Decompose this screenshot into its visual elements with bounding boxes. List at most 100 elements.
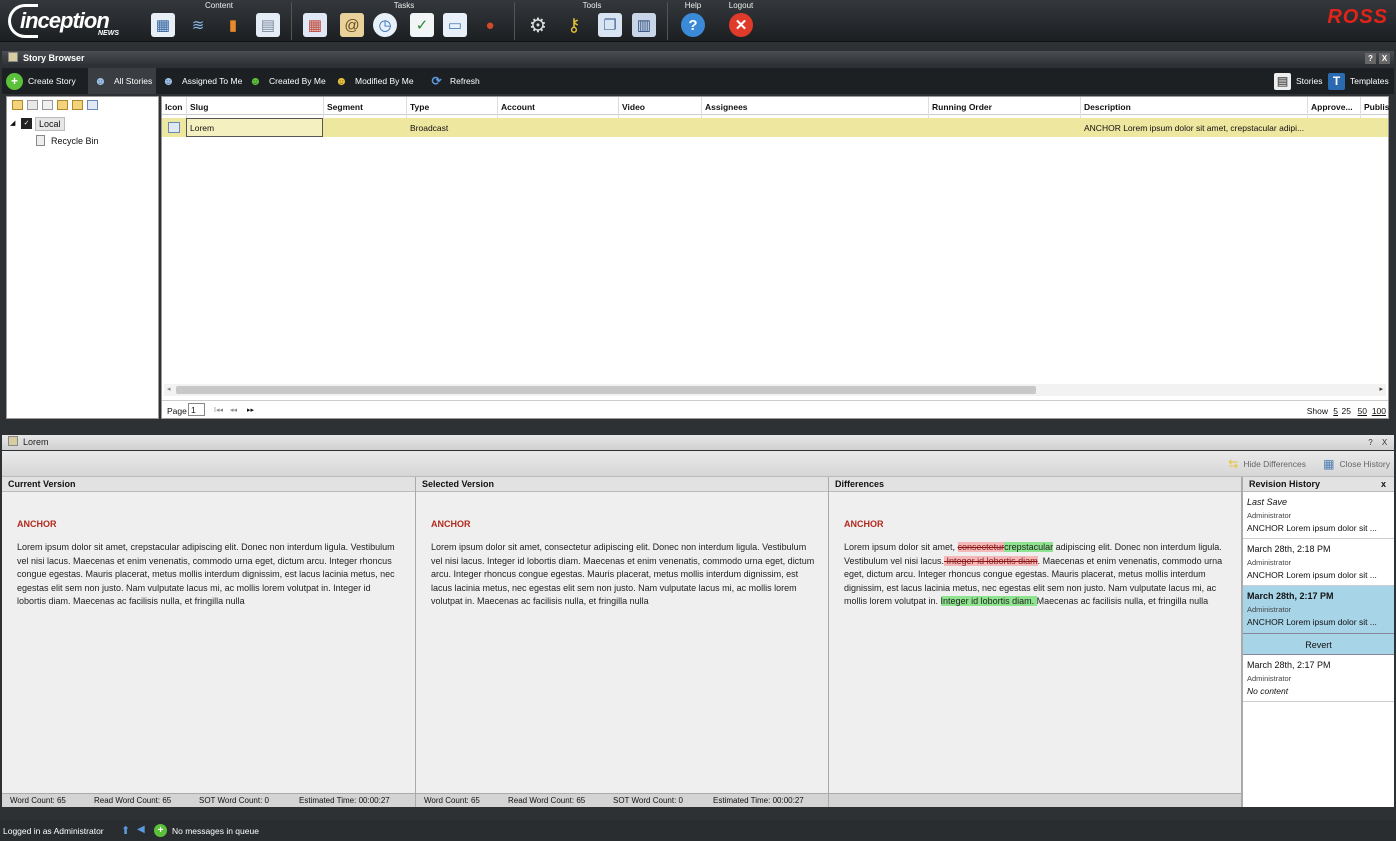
windows-icon[interactable]: ❐ xyxy=(598,13,622,37)
up-arrow-icon[interactable]: ⬆ xyxy=(121,824,130,837)
show-100[interactable]: 100 xyxy=(1372,406,1386,416)
modified-by-me-button[interactable]: ☻ Modified By Me xyxy=(333,68,414,94)
table-row[interactable]: Lorem Broadcast ANCHOR Lorem ipsum dolor… xyxy=(162,118,1388,137)
stack-icon[interactable]: ≋ xyxy=(186,13,210,37)
bar-chart-icon[interactable]: ▮ xyxy=(221,13,245,37)
col-icon[interactable]: Icon xyxy=(165,102,182,112)
local-icon: ✓ xyxy=(21,118,32,129)
swap-arrows-icon: ⇆ xyxy=(1228,457,1239,471)
story-browser-help-button[interactable]: ? xyxy=(1365,53,1376,64)
users-icon: ☻ xyxy=(94,74,107,88)
modified-by-me-label: Modified By Me xyxy=(355,76,414,86)
ross-logo: ROSS xyxy=(1327,6,1388,28)
user-icon: ☻ xyxy=(162,74,175,88)
hide-differences-button[interactable]: ⇆ Hide Differences xyxy=(1228,457,1306,471)
show-50[interactable]: 50 xyxy=(1358,406,1367,416)
revision-item[interactable]: Last Save Administrator ANCHOR Lorem ips… xyxy=(1243,492,1394,539)
created-by-me-button[interactable]: ☻ Created By Me xyxy=(247,68,326,94)
tree-node-local[interactable]: Local xyxy=(35,117,65,131)
calendar-icon[interactable]: ▦ xyxy=(303,13,327,37)
new-folder-icon[interactable] xyxy=(12,100,23,110)
close-history-button[interactable]: ▦ Close History xyxy=(1323,457,1390,471)
settings-gear-icon[interactable]: ⚙ xyxy=(526,13,550,37)
col-segment[interactable]: Segment xyxy=(327,102,363,112)
col-slug[interactable]: Slug xyxy=(190,102,208,112)
revision-preview: ANCHOR Lorem ipsum dolor sit ... xyxy=(1247,523,1377,533)
revision-preview: ANCHOR Lorem ipsum dolor sit ... xyxy=(1247,617,1377,627)
story-titlebar: Lorem ? X xyxy=(2,435,1394,450)
revert-button[interactable]: Revert xyxy=(1243,633,1394,655)
horizontal-scrollbar[interactable]: ◂ ▸ xyxy=(164,384,1386,396)
revision-item[interactable]: March 28th, 2:18 PM Administrator ANCHOR… xyxy=(1243,539,1394,586)
logout-icon[interactable]: ✕ xyxy=(729,13,753,37)
status-bar: Logged in as Administrator ⬆ ◀ + No mess… xyxy=(0,820,1396,841)
revision-date: March 28th, 2:17 PM xyxy=(1247,660,1331,670)
create-story-button[interactable]: + Create Story xyxy=(6,68,76,94)
add-message-icon[interactable]: + xyxy=(154,824,167,837)
help-icon[interactable]: ? xyxy=(681,13,705,37)
templates-button[interactable]: T Templates xyxy=(1328,68,1389,94)
first-page-button[interactable]: I◂◂ xyxy=(214,406,223,414)
revision-item[interactable]: March 28th, 2:17 PM Administrator No con… xyxy=(1243,655,1394,702)
show-25[interactable]: 25 xyxy=(1342,406,1351,416)
report-icon[interactable]: ▥ xyxy=(632,13,656,37)
show-label: Show xyxy=(1306,406,1328,416)
read-word-count: Read Word Count: 65 xyxy=(508,796,586,805)
delete-folder-icon[interactable] xyxy=(42,100,53,110)
col-video[interactable]: Video xyxy=(622,102,645,112)
estimated-time: Estimated Time: 00:00:27 xyxy=(299,796,390,805)
show-5[interactable]: 5 xyxy=(1333,406,1338,416)
col-type[interactable]: Type xyxy=(410,102,429,112)
story-close-button[interactable]: X xyxy=(1379,437,1390,448)
tree-node-recycle-bin[interactable]: Recycle Bin xyxy=(51,136,99,146)
grid-icon[interactable]: ▦ xyxy=(151,13,175,37)
expand-triangle-icon[interactable]: ◢ xyxy=(10,119,15,127)
plugin-icon[interactable]: ● xyxy=(478,13,502,37)
col-published[interactable]: Publis xyxy=(1364,102,1390,112)
open-folder-icon[interactable] xyxy=(72,100,83,110)
col-running-order[interactable]: Running Order xyxy=(932,102,992,112)
key-icon[interactable]: ⚷ xyxy=(562,13,586,37)
story-help-button[interactable]: ? xyxy=(1365,437,1376,448)
col-assignees[interactable]: Assignees xyxy=(705,102,748,112)
history-calendar-icon: ▦ xyxy=(1323,457,1335,471)
tools-group-label: Tools xyxy=(582,1,602,10)
grid-header: Icon Slug Segment Type Account Video Ass… xyxy=(162,97,1390,115)
tree-toolbar xyxy=(12,100,98,110)
col-approved[interactable]: Approve... xyxy=(1311,102,1353,112)
col-account[interactable]: Account xyxy=(501,102,535,112)
stories-button[interactable]: ▤ Stories xyxy=(1274,68,1322,94)
folder-tree: ◢ ✓ Local Recycle Bin xyxy=(6,96,159,419)
prev-page-button[interactable]: ◂◂ xyxy=(230,406,237,414)
differences-header: Differences xyxy=(829,477,1241,492)
refresh-button[interactable]: ⟳ Refresh xyxy=(428,68,479,94)
approve-document-icon[interactable]: ✓ xyxy=(410,13,434,37)
share-folder-icon[interactable] xyxy=(87,100,98,110)
edit-folder-icon[interactable] xyxy=(27,100,38,110)
all-stories-button[interactable]: ☻ All Stories xyxy=(88,68,157,94)
current-version-header: Current Version xyxy=(2,477,415,492)
mute-icon[interactable]: ◀ xyxy=(137,824,145,835)
assigned-to-me-button[interactable]: ☻ Assigned To Me xyxy=(160,68,242,94)
logo-subtext: NEWS xyxy=(98,30,119,37)
page-input[interactable]: 1 xyxy=(188,403,205,416)
revision-user: Administrator xyxy=(1247,674,1292,683)
stories-grid: Icon Slug Segment Type Account Video Ass… xyxy=(161,96,1390,419)
chat-icon[interactable]: ▭ xyxy=(443,13,467,37)
tasks-group: Tasks ▦ @ ◷ ✓ ▭ ● xyxy=(293,0,515,42)
next-page-button[interactable]: ▸▸ xyxy=(247,406,254,414)
clock-icon[interactable]: ◷ xyxy=(373,13,397,37)
message-queue-status: No messages in queue xyxy=(172,826,259,836)
revision-preview: No content xyxy=(1247,686,1289,696)
slug-cell[interactable]: Lorem xyxy=(186,118,323,137)
move-folder-icon[interactable] xyxy=(57,100,68,110)
contacts-icon[interactable]: @ xyxy=(340,13,364,37)
story-browser-close-button[interactable]: X xyxy=(1379,53,1390,64)
revision-history-close-button[interactable]: x xyxy=(1381,477,1386,492)
logout-group-label: Logout xyxy=(728,1,754,10)
col-description[interactable]: Description xyxy=(1084,102,1131,112)
document-icon[interactable]: ▤ xyxy=(256,13,280,37)
revision-item-selected[interactable]: March 28th, 2:17 PM Administrator ANCHOR… xyxy=(1243,586,1394,633)
templates-label: Templates xyxy=(1350,76,1389,86)
story-browser-titlebar: Story Browser ? X xyxy=(2,51,1394,66)
